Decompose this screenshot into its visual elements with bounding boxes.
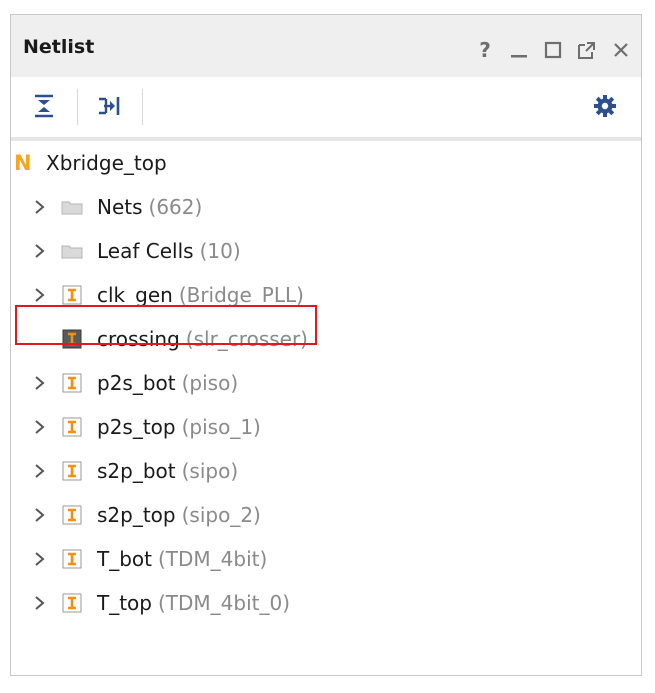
chevron-right-icon[interactable] — [29, 417, 49, 437]
panel-title: Netlist — [23, 36, 95, 58]
selection-highlight-box — [15, 305, 317, 345]
item-detail: (sipo) — [181, 459, 239, 483]
chevron-right-icon[interactable] — [29, 241, 49, 261]
maximize-icon[interactable] — [543, 40, 563, 60]
chevron-right-icon[interactable] — [29, 461, 49, 481]
item-name: T_top — [97, 591, 152, 615]
chevron-right-icon[interactable] — [29, 197, 49, 217]
item-name: s2p_top — [97, 503, 176, 527]
item-name: clk_gen — [97, 283, 173, 307]
chevron-right-icon[interactable] — [29, 285, 49, 305]
gear-icon[interactable] — [590, 91, 620, 121]
item-detail: (piso) — [181, 371, 239, 395]
item-detail: (sipo_2) — [181, 503, 261, 527]
tree-item-leaf-cells[interactable]: Leaf Cells (10) — [29, 235, 241, 267]
item-name: p2s_bot — [97, 371, 176, 395]
instance-icon — [61, 416, 83, 438]
chevron-right-icon[interactable] — [29, 549, 49, 569]
folder-icon — [61, 196, 83, 218]
panel-titlebar: Netlist ? — [11, 15, 641, 77]
tree-item-nets[interactable]: Nets (662) — [29, 191, 202, 223]
instance-icon — [61, 592, 83, 614]
folder-icon — [61, 240, 83, 262]
close-icon[interactable] — [611, 40, 631, 60]
tree-item-p2s-bot[interactable]: p2s_bot (piso) — [29, 367, 238, 399]
collapse-all-icon[interactable] — [29, 91, 59, 121]
float-icon[interactable] — [577, 40, 597, 60]
netlist-tree: N Xbridge_top Nets (662) Leaf Cells (10) — [11, 141, 641, 675]
tree-item-p2s-top[interactable]: p2s_top (piso_1) — [29, 411, 261, 443]
item-name: T_bot — [97, 547, 152, 571]
chevron-right-icon[interactable] — [29, 593, 49, 613]
item-detail: (Bridge_PLL) — [178, 283, 304, 307]
item-detail: (TDM_4bit_0) — [158, 591, 291, 615]
item-name: s2p_bot — [97, 459, 176, 483]
tree-item-t-top[interactable]: T_top (TDM_4bit_0) — [29, 587, 290, 619]
item-detail: (TDM_4bit) — [158, 547, 268, 571]
item-name: p2s_top — [97, 415, 176, 439]
tree-item-t-bot[interactable]: T_bot (TDM_4bit) — [29, 543, 267, 575]
item-detail: (piso_1) — [181, 415, 261, 439]
window-controls: ? — [475, 37, 631, 63]
chevron-right-icon[interactable] — [29, 373, 49, 393]
instance-icon — [61, 460, 83, 482]
toolbar-separator — [142, 89, 143, 125]
instance-icon — [61, 372, 83, 394]
toolbar-separator — [77, 89, 78, 125]
instance-icon — [61, 504, 83, 526]
chevron-right-icon[interactable] — [29, 505, 49, 525]
expand-icon[interactable] — [95, 91, 125, 121]
instance-icon — [61, 548, 83, 570]
item-name: Leaf Cells — [97, 239, 194, 263]
item-detail: (662) — [148, 195, 203, 219]
tree-item-s2p-top[interactable]: s2p_top (sipo_2) — [29, 499, 261, 531]
minimize-icon[interactable] — [509, 40, 529, 60]
netlist-panel: Netlist ? N Xbridge_top Nets (662) Leaf … — [10, 14, 642, 676]
tree-item-s2p-bot[interactable]: s2p_bot (sipo) — [29, 455, 238, 487]
root-label: Xbridge_top — [46, 151, 167, 175]
tree-root[interactable]: N Xbridge_top — [14, 147, 167, 179]
netlist-root-icon: N — [14, 151, 32, 175]
help-icon[interactable]: ? — [475, 38, 495, 62]
instance-icon — [61, 284, 83, 306]
panel-toolbar — [11, 77, 641, 141]
item-detail: (10) — [199, 239, 241, 263]
item-name: Nets — [97, 195, 143, 219]
